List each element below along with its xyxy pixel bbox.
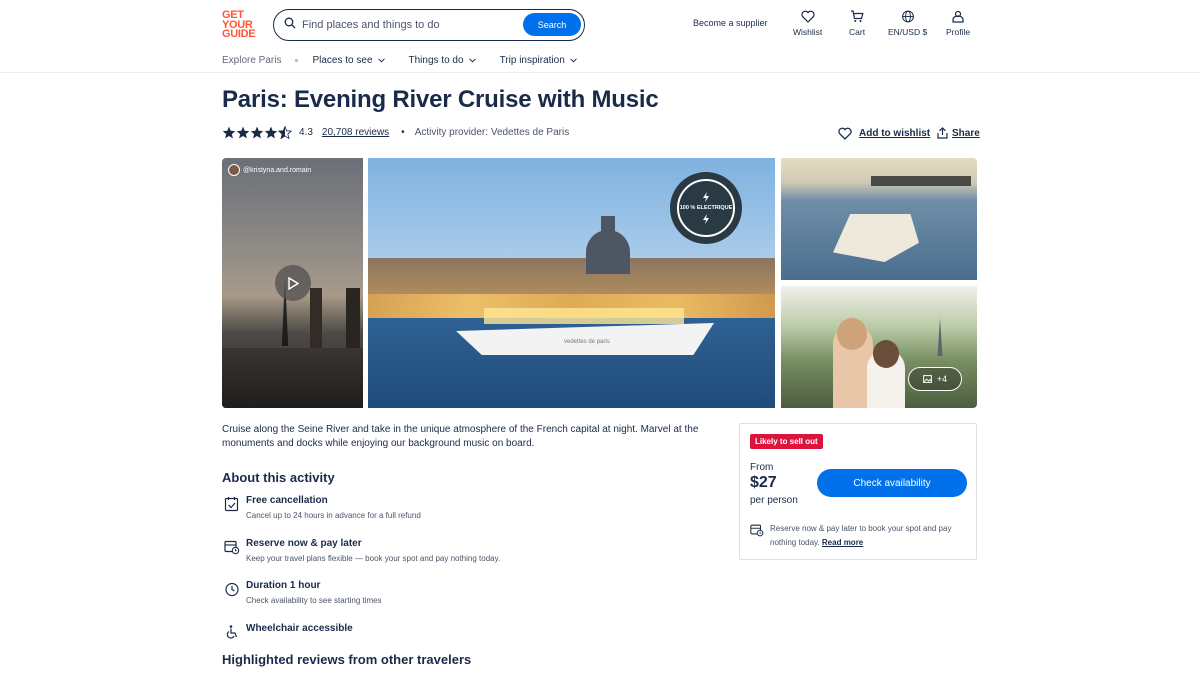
price-value: $27 — [750, 474, 777, 491]
calendar-clock-icon — [750, 524, 764, 537]
star-rating — [222, 126, 292, 139]
gallery-main-photo[interactable]: vedettes de paris 100 % ELECTRIQUE — [368, 158, 775, 408]
subnav-things-to-do[interactable]: Things to do — [409, 55, 476, 66]
cart-icon — [851, 10, 864, 22]
search-icon — [284, 17, 296, 29]
activity-provider[interactable]: Activity provider: Vedettes de Paris — [415, 127, 570, 138]
search-button[interactable]: Search — [523, 13, 581, 36]
site-header: GET YOUR GUIDE Search Become a supplier … — [0, 0, 1200, 73]
feature-text: Duration 1 hour Check availability to se… — [246, 580, 382, 605]
feature-duration: Duration 1 hour Check availability to se… — [224, 580, 382, 605]
clock-icon — [225, 582, 239, 597]
feature-text: Free cancellation Cancel up to 24 hours … — [246, 495, 421, 520]
share-icon — [937, 127, 948, 139]
image-icon — [922, 375, 932, 383]
star-icon — [250, 126, 264, 139]
rating-value: 4.3 — [299, 127, 313, 138]
chevron-down-icon — [377, 58, 385, 63]
video-author: @kristyna.and.romain — [228, 164, 311, 176]
lightning-icon — [703, 192, 709, 202]
add-to-wishlist-button[interactable]: Add to wishlist — [838, 127, 930, 140]
rating-row: 4.3 20,708 reviews • Activity provider: … — [222, 126, 569, 139]
wheelchair-icon — [226, 625, 238, 639]
booking-card: Likely to sell out From $27 per person C… — [739, 423, 977, 560]
feature-wheelchair: Wheelchair accessible — [224, 623, 353, 640]
reserve-note: Reserve now & pay later to book your spo… — [750, 522, 970, 550]
separator-dot — [295, 59, 299, 62]
getyourguide-logo[interactable]: GET YOUR GUIDE — [222, 10, 260, 40]
star-icon — [264, 126, 278, 139]
feature-text: Wheelchair accessible — [246, 623, 353, 634]
reviews-link[interactable]: 20,708 reviews — [322, 127, 389, 138]
separator-bullet: • — [401, 127, 405, 138]
nav-wishlist[interactable]: Wishlist — [793, 10, 822, 37]
calendar-check-icon — [224, 497, 239, 512]
read-more-link[interactable]: Read more — [822, 538, 863, 547]
calendar-clock-icon — [224, 540, 240, 555]
subnav-trip-inspiration[interactable]: Trip inspiration — [500, 55, 577, 66]
explore-paris-link[interactable]: Explore Paris — [222, 55, 281, 66]
lightning-icon — [703, 214, 709, 224]
feature-text: Reserve now & pay later Keep your travel… — [246, 538, 501, 563]
search-bar: Search — [273, 9, 585, 41]
star-icon — [236, 126, 250, 139]
feature-reserve-pay-later: Reserve now & pay later Keep your travel… — [224, 538, 500, 563]
chevron-down-icon — [569, 58, 577, 63]
gallery-video-thumbnail[interactable]: @kristyna.and.romain — [222, 158, 363, 408]
more-photos-button[interactable]: +4 — [908, 367, 962, 391]
about-heading: About this activity — [222, 470, 335, 485]
gallery-photo-boat[interactable] — [781, 158, 977, 280]
nav-language-currency[interactable]: EN/USD $ — [888, 10, 927, 37]
sub-navigation: Explore Paris Places to see Things to do… — [222, 55, 601, 66]
subnav-places-to-see[interactable]: Places to see — [312, 55, 385, 66]
become-supplier-link[interactable]: Become a supplier — [693, 18, 768, 28]
highlighted-reviews-heading: Highlighted reviews from other travelers — [222, 652, 472, 667]
avatar — [228, 164, 240, 176]
nav-profile[interactable]: Profile — [946, 10, 970, 37]
person-head — [837, 318, 867, 350]
globe-icon — [901, 10, 914, 23]
heart-icon — [838, 127, 852, 140]
riverbank — [222, 348, 363, 408]
activity-description: Cruise along the Seine River and take in… — [222, 424, 699, 449]
check-availability-button[interactable]: Check availability — [817, 469, 967, 497]
eiffel-tower-silhouette — [937, 318, 943, 356]
person-head — [873, 340, 899, 368]
likely-to-sell-out-badge: Likely to sell out — [750, 434, 823, 449]
boat-label: vedettes de paris — [564, 339, 610, 345]
nav-cart[interactable]: Cart — [849, 10, 865, 37]
user-icon — [952, 10, 964, 23]
half-star-icon — [278, 126, 292, 139]
bridge — [871, 176, 971, 186]
electric-badge: 100 % ELECTRIQUE — [670, 172, 742, 244]
reserve-text: Reserve now & pay later to book your spo… — [770, 524, 952, 547]
institut-de-france-dome — [586, 230, 630, 274]
share-button[interactable]: Share — [937, 127, 980, 139]
electric-badge-inner: 100 % ELECTRIQUE — [677, 179, 735, 237]
heart-icon — [801, 10, 815, 23]
cruise-boat — [833, 214, 919, 262]
search-input[interactable] — [302, 15, 512, 35]
price-per-person: per person — [750, 495, 798, 506]
play-button[interactable] — [275, 265, 311, 301]
page-title: Paris: Evening River Cruise with Music — [222, 86, 659, 113]
feature-free-cancellation: Free cancellation Cancel up to 24 hours … — [224, 495, 421, 520]
star-icon — [222, 126, 236, 139]
price-from-label: From — [750, 462, 774, 473]
play-icon — [288, 276, 299, 290]
boat-cabin — [484, 308, 684, 324]
chevron-down-icon — [468, 58, 476, 63]
